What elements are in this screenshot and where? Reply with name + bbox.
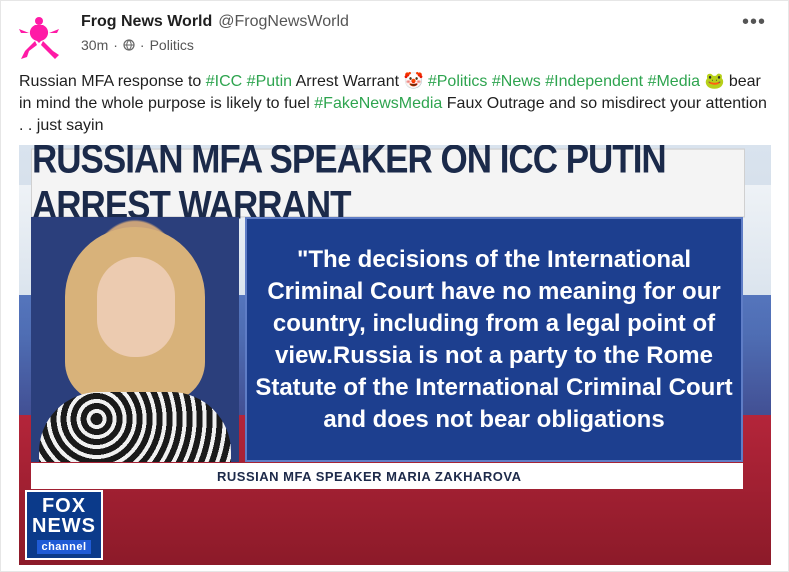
logo-word-fox: FOX [41, 495, 87, 517]
author-name-line: Frog News World @FrogNewsWorld [81, 13, 349, 31]
hashtag-link[interactable]: #FakeNewsMedia [314, 95, 442, 112]
post-image[interactable]: RUSSIAN MFA SPEAKER ON ICC PUTIN ARREST … [19, 145, 771, 565]
post-text-segment: Russian MFA response to [19, 73, 206, 90]
meta-separator: · [113, 37, 118, 53]
hashtag-link[interactable]: #Media [648, 73, 700, 90]
more-options-icon[interactable]: ••• [742, 11, 766, 34]
speaker-dress [39, 392, 231, 462]
logo-word-news: NEWS [32, 515, 96, 537]
fox-news-logo: FOX NEWS channel [25, 490, 103, 560]
image-headline: RUSSIAN MFA SPEAKER ON ICC PUTIN ARREST … [31, 145, 745, 228]
speaker-photo [31, 217, 239, 462]
post-text-segment: Arrest Warrant 🤡 [292, 73, 428, 90]
quote-text: "The decisions of the International Crim… [255, 245, 733, 433]
post-card: Frog News World @FrogNewsWorld 30m · · Po… [0, 0, 789, 572]
meta-separator-2: · [139, 37, 145, 53]
author-handle[interactable]: @FrogNewsWorld [218, 13, 349, 30]
hashtag-link[interactable]: #News [492, 73, 541, 90]
frog-avatar-icon [19, 17, 59, 59]
globe-icon [123, 39, 135, 51]
hashtag-link[interactable]: #Putin [247, 73, 292, 90]
post-meta: 30m · · Politics [81, 37, 194, 53]
logo-channel: channel [37, 540, 91, 554]
post-text: Russian MFA response to #ICC #Putin Arre… [19, 71, 774, 137]
post-time[interactable]: 30m [81, 37, 108, 53]
caption-bar: RUSSIAN MFA SPEAKER MARIA ZAKHAROVA [31, 463, 743, 489]
hashtag-link[interactable]: #Independent [545, 73, 643, 90]
hashtag-link[interactable]: #ICC [206, 73, 242, 90]
author-name[interactable]: Frog News World [81, 13, 212, 30]
quote-box: "The decisions of the International Crim… [245, 217, 743, 462]
post-category[interactable]: Politics [150, 37, 194, 53]
hashtag-link[interactable]: #Politics [428, 73, 488, 90]
speaker-face [97, 257, 175, 357]
author-avatar[interactable] [15, 13, 63, 61]
speaker-caption: RUSSIAN MFA SPEAKER MARIA ZAKHAROVA [217, 468, 522, 484]
